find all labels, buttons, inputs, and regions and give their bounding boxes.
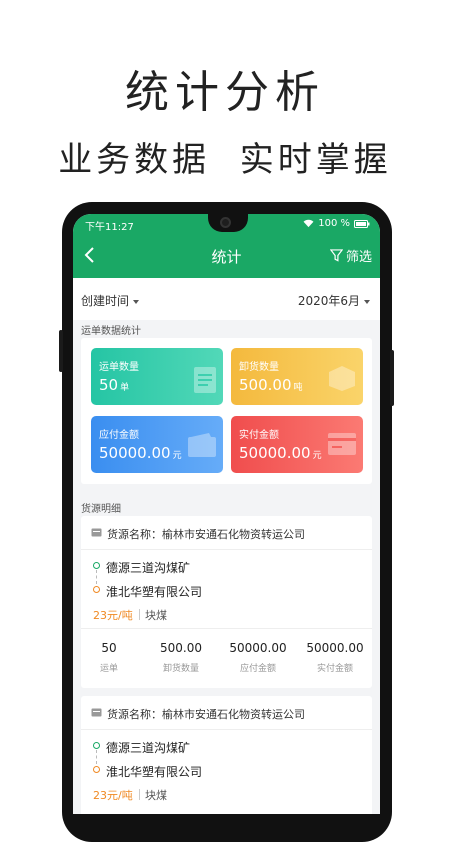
- stat-card-unload-quantity[interactable]: 卸货数量 500.00 吨: [231, 348, 363, 405]
- divider: [139, 609, 140, 620]
- clipboard-icon: [194, 367, 216, 393]
- goods-card-header: 货源名称：榆林市安通石化物资转运公司: [81, 516, 372, 550]
- metric-unload: 500.00 卸货数量: [160, 641, 202, 674]
- destination-name: 淮北华塑有限公司: [106, 585, 203, 599]
- promo-subtitle: 业务数据 实时掌握: [58, 140, 392, 180]
- phone-volume-button: [59, 330, 63, 372]
- route-line: [96, 570, 97, 584]
- wallet-icon: [188, 433, 216, 457]
- stat-card-paid-amount[interactable]: 实付金额 50000.00 元: [231, 416, 363, 473]
- month-label: 2020年6月: [297, 294, 360, 308]
- month-dropdown[interactable]: 2020年6月: [298, 292, 370, 309]
- filter-row: 创建时间 2020年6月: [73, 278, 380, 320]
- coal-type: 块煤: [145, 609, 167, 622]
- stats-panel: 运单数量 50 单 卸货数量 500.00 吨 应付金额 50000.00 元 实付金…: [81, 338, 372, 484]
- goods-name: 货源名称：榆林市安通石化物资转运公司: [107, 708, 305, 721]
- stat-label: 运单数量: [99, 362, 139, 373]
- nav-bar: 统计 筛选: [73, 234, 380, 278]
- stat-label: 应付金额: [99, 430, 139, 441]
- metric-waybill: 50 运单: [99, 641, 118, 674]
- caret-down-icon: [133, 299, 140, 304]
- box-icon: [329, 366, 355, 391]
- unit-price: 23元/吨: [93, 789, 133, 802]
- phone-power-button: [390, 350, 394, 406]
- coal-type: 块煤: [145, 789, 167, 802]
- route-line: [96, 750, 97, 764]
- goods-name: 货源名称：榆林市安通石化物资转运公司: [107, 528, 305, 541]
- funnel-icon: [329, 249, 343, 262]
- stats-section-title: 运单数据统计: [81, 326, 141, 337]
- goods-section-title: 货源明细: [81, 504, 121, 515]
- stat-label: 实付金额: [239, 430, 279, 441]
- document-icon: [91, 528, 102, 537]
- goods-metrics: 50 运单 500.00 卸货数量 50000.00 应付金额 50000.00…: [81, 628, 372, 690]
- promo-title: 统计分析: [125, 67, 325, 118]
- stat-value: 500.00 吨: [239, 376, 303, 394]
- origin-dot-icon: [93, 742, 100, 749]
- origin-dot-icon: [93, 562, 100, 569]
- created-time-label: 创建时间: [81, 294, 130, 308]
- filter-label: 筛选: [345, 250, 372, 265]
- destination-name: 淮北华塑有限公司: [106, 765, 203, 779]
- origin-name: 德源三道沟煤矿: [106, 741, 191, 755]
- metric-paid: 50000.00 实付金额: [306, 641, 364, 674]
- front-camera: [220, 217, 231, 228]
- stat-card-payable-amount[interactable]: 应付金额 50000.00 元: [91, 416, 223, 473]
- status-time: 下午11:27: [85, 222, 134, 233]
- goods-card[interactable]: 货源名称：榆林市安通石化物资转运公司 德源三道沟煤矿 淮北华塑有限公司 23元/…: [81, 516, 372, 688]
- stat-card-waybill-count[interactable]: 运单数量 50 单: [91, 348, 223, 405]
- goods-card[interactable]: 货源名称：榆林市安通石化物资转运公司 德源三道沟煤矿 淮北华塑有限公司 23元/…: [81, 696, 372, 814]
- stat-label: 卸货数量: [239, 362, 279, 373]
- goods-card-header: 货源名称：榆林市安通石化物资转运公司: [81, 696, 372, 730]
- destination-dot-icon: [93, 586, 100, 593]
- divider: [139, 789, 140, 800]
- document-icon: [91, 708, 102, 717]
- wifi-icon: [303, 219, 314, 228]
- phone-screen: 下午11:27 100 % 统计 筛选 创建时间 2020年6月 运单数据统计 …: [73, 214, 380, 814]
- created-time-dropdown[interactable]: 创建时间: [81, 292, 140, 309]
- battery-text: 100 %: [318, 218, 350, 229]
- destination-dot-icon: [93, 766, 100, 773]
- stat-value: 50 单: [99, 376, 130, 394]
- stat-value: 50000.00 元: [239, 444, 322, 462]
- filter-button[interactable]: 筛选: [329, 246, 372, 265]
- metric-payable: 50000.00 应付金额: [229, 641, 287, 674]
- status-right: 100 %: [303, 218, 370, 229]
- unit-price: 23元/吨: [93, 609, 133, 622]
- promo-header: 统计分析 业务数据 实时掌握: [0, 0, 450, 200]
- caret-down-icon: [364, 299, 370, 304]
- card-icon: [328, 433, 356, 455]
- battery-icon: [354, 219, 370, 228]
- stat-value: 50000.00 元: [99, 444, 182, 462]
- origin-name: 德源三道沟煤矿: [106, 561, 191, 575]
